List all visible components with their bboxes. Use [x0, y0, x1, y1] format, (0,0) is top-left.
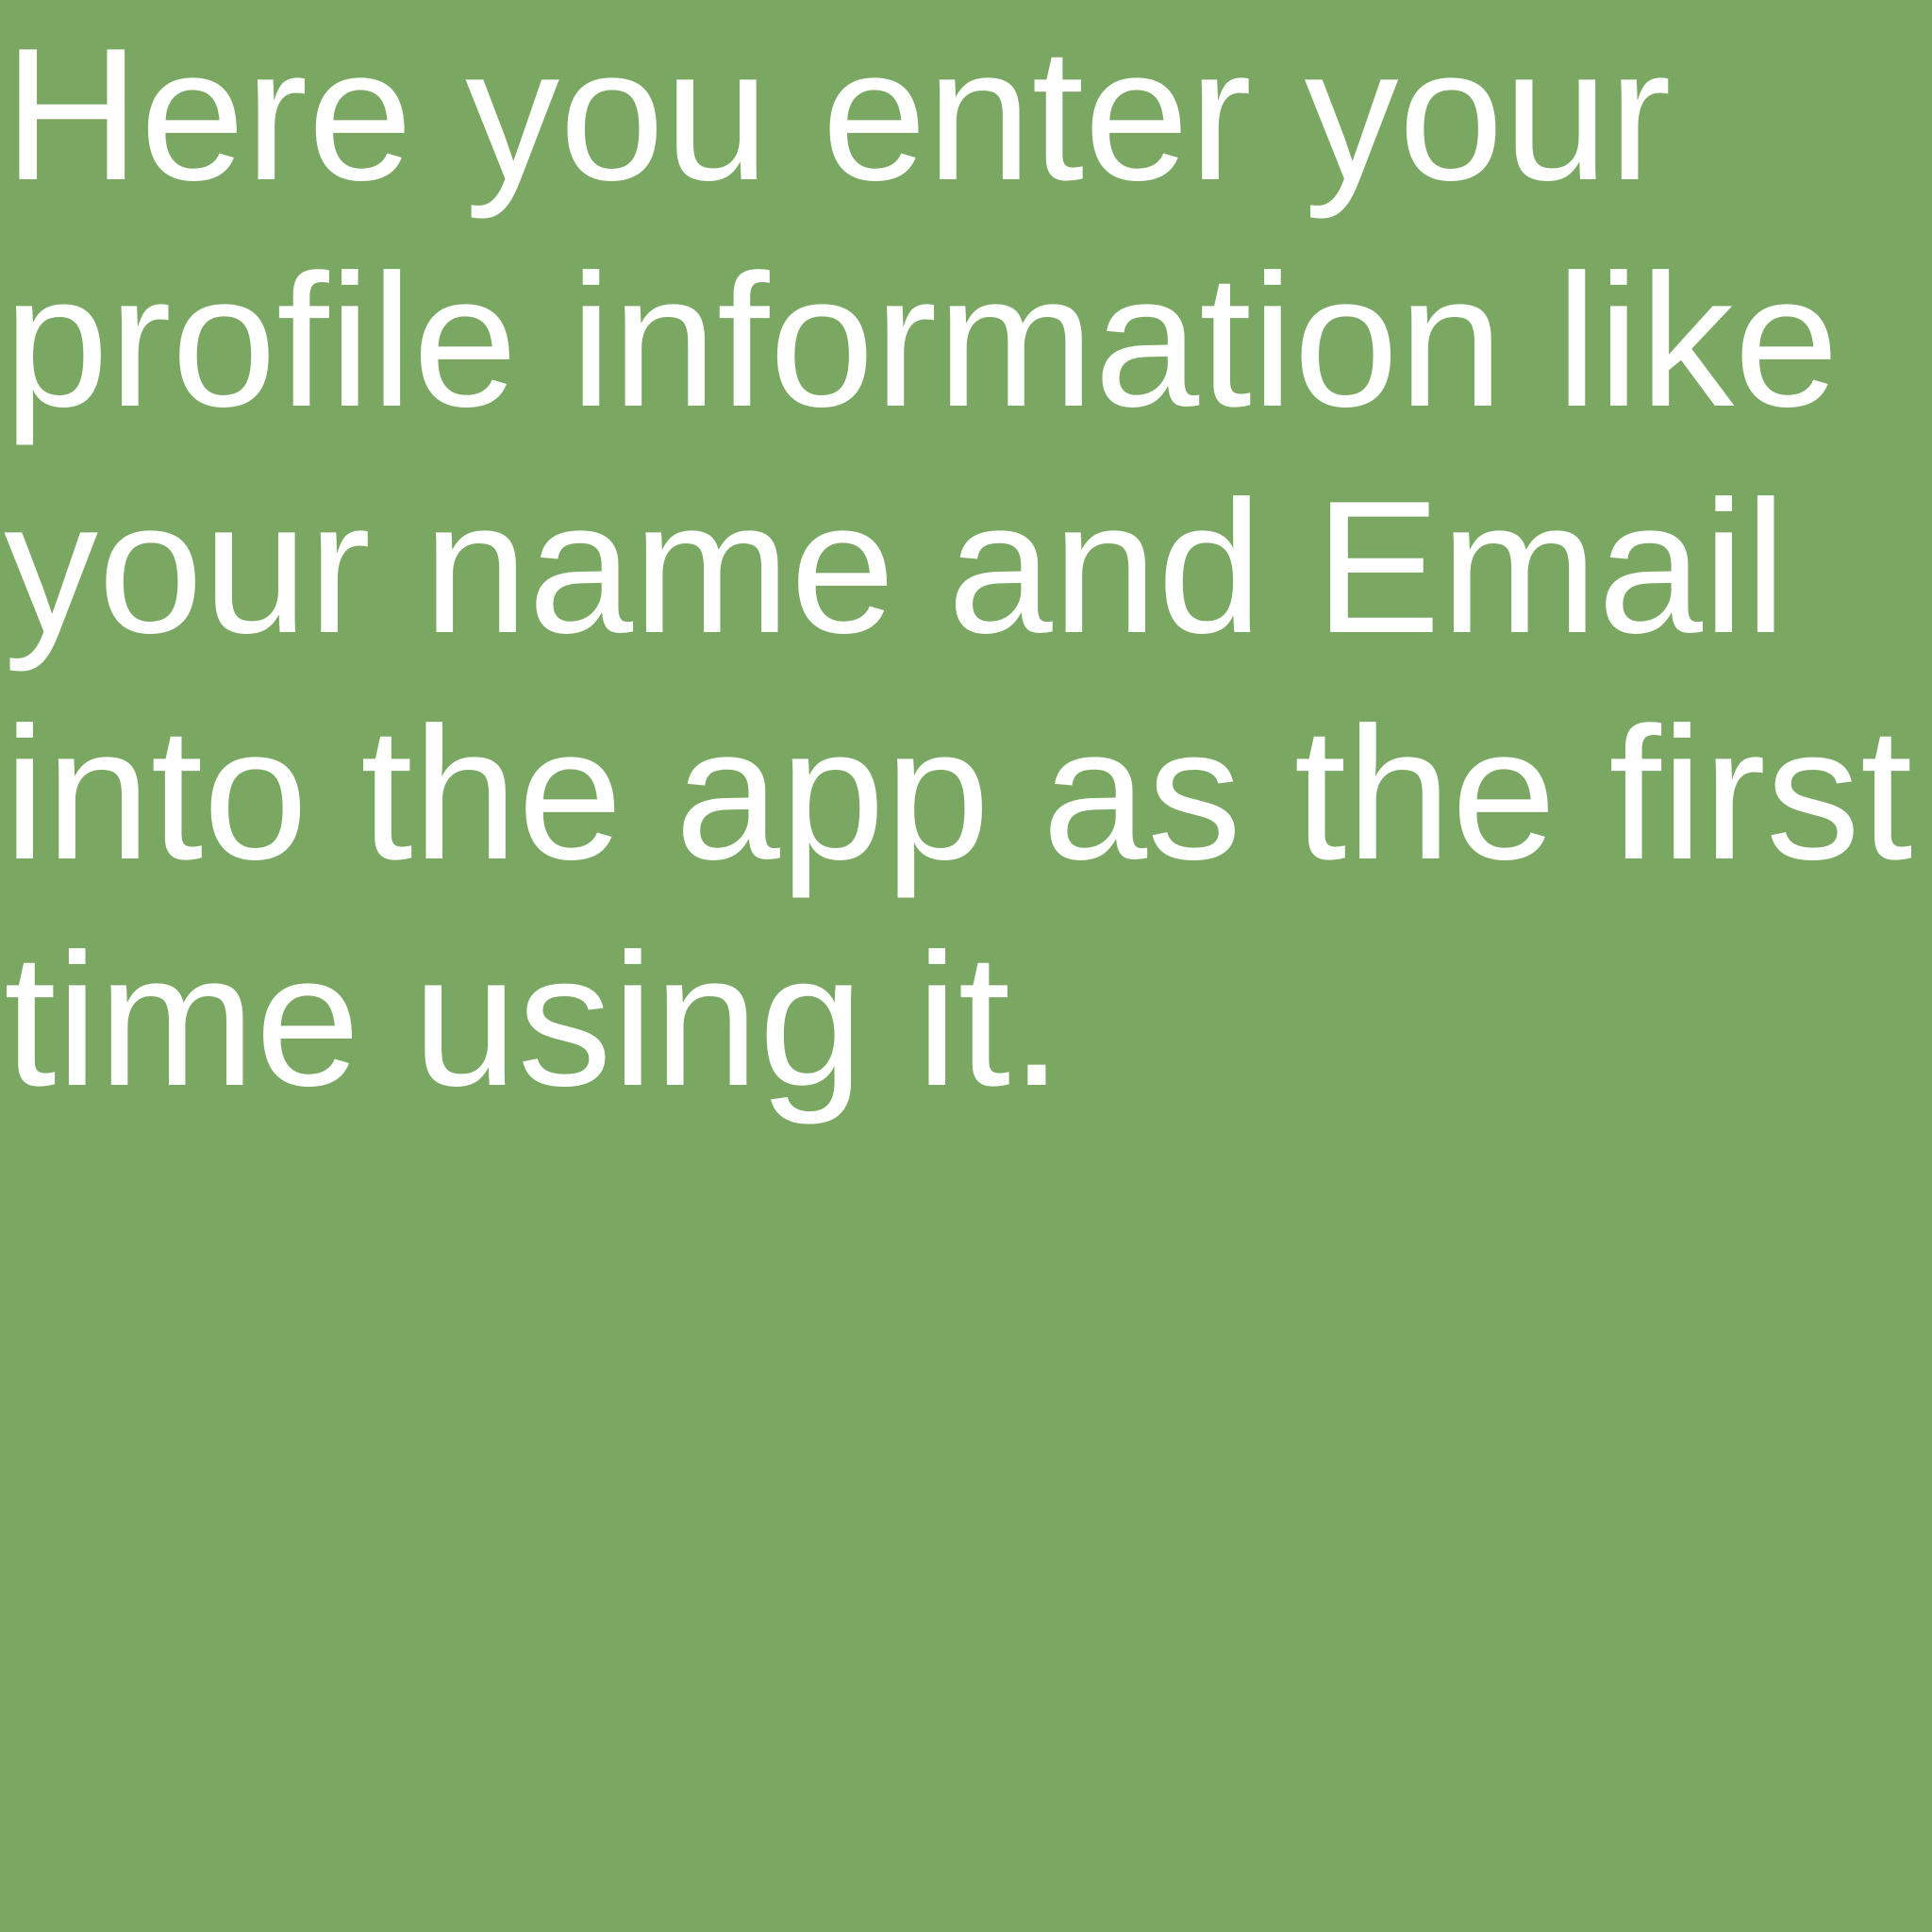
- instruction-text: Here you enter your profile information …: [4, 9, 1913, 1125]
- slide: { "slide": { "background_color": "#7aa86…: [0, 0, 1932, 1932]
